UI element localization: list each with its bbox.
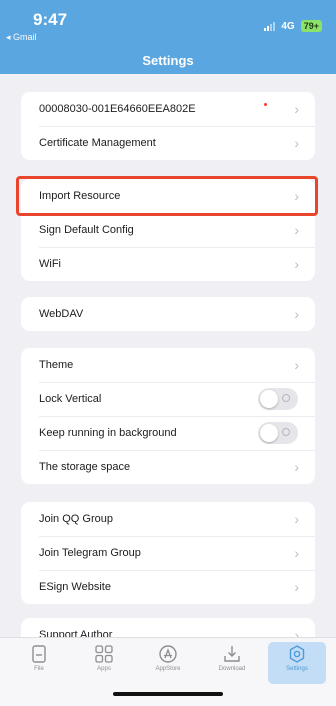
tab-file-label: File — [34, 666, 44, 672]
join-qq-group-label: Join QQ Group — [39, 513, 113, 525]
certificate-management-label: Certificate Management — [39, 137, 156, 149]
theme-label: Theme — [39, 359, 74, 371]
header: 9:47 ◂ Gmail 4G 79+ Settings — [0, 0, 336, 74]
group-preferences: Theme › Lock Vertical Keep running in ba… — [21, 348, 315, 484]
wifi-row[interactable]: WiFi › — [21, 247, 315, 281]
tab-download-label: Download — [218, 666, 246, 672]
storage-space-label: The storage space — [39, 461, 131, 473]
theme-row[interactable]: Theme › — [21, 348, 315, 382]
import-resource-row[interactable]: Import Resource › — [21, 179, 315, 213]
tab-settings[interactable]: Settings — [268, 642, 326, 684]
chevron-right-icon: › — [294, 545, 299, 561]
chevron-right-icon: › — [294, 256, 299, 272]
signal-icon — [264, 21, 276, 31]
chevron-right-icon: › — [294, 579, 299, 595]
webdav-label: WebDAV — [39, 308, 84, 320]
tab-download[interactable]: Download — [203, 642, 261, 684]
lock-vertical-toggle[interactable] — [258, 388, 298, 410]
chevron-right-icon: › — [294, 222, 299, 238]
back-to-gmail-link[interactable]: ◂ Gmail — [6, 32, 37, 43]
notification-dot — [264, 103, 267, 106]
device-udid-label: 00008030-001E64660EEA802E — [39, 103, 196, 115]
group-resources: Import Resource › Sign Default Config › … — [21, 179, 315, 281]
tab-apps-label: Apps — [97, 666, 111, 672]
tab-apps[interactable]: Apps — [75, 642, 133, 684]
status-time: 9:47 — [33, 10, 68, 29]
gear-icon — [289, 645, 305, 663]
tab-appstore-label: AppStore — [155, 666, 181, 672]
appstore-icon — [159, 645, 177, 663]
chevron-right-icon: › — [294, 357, 299, 373]
chevron-right-icon: › — [294, 101, 299, 117]
group-community: Join QQ Group › Join Telegram Group › ES… — [21, 502, 315, 604]
join-telegram-group-row[interactable]: Join Telegram Group › — [21, 536, 315, 570]
esign-website-row[interactable]: ESign Website › — [21, 570, 315, 604]
chevron-right-icon: › — [294, 135, 299, 151]
settings-screen: 9:47 ◂ Gmail 4G 79+ Settings 00008030-00… — [0, 0, 336, 706]
chevron-right-icon: › — [294, 459, 299, 475]
wifi-label: WiFi — [39, 258, 61, 270]
home-indicator — [113, 692, 223, 696]
group-webdav: WebDAV › — [21, 297, 315, 331]
file-icon — [32, 645, 46, 663]
page-title: Settings — [142, 53, 194, 68]
import-resource-label: Import Resource — [39, 190, 121, 202]
keep-running-label: Keep running in background — [39, 427, 177, 439]
keep-running-row: Keep running in background — [21, 416, 315, 450]
chevron-right-icon: › — [294, 188, 299, 204]
status-indicators: 4G 79+ — [264, 20, 322, 32]
join-telegram-group-label: Join Telegram Group — [39, 547, 141, 559]
battery-indicator: 79+ — [300, 20, 322, 32]
device-udid-row[interactable]: 00008030-001E64660EEA802E › — [21, 92, 315, 126]
tab-appstore[interactable]: AppStore — [139, 642, 197, 684]
storage-space-row[interactable]: The storage space › — [21, 450, 315, 484]
sign-default-config-row[interactable]: Sign Default Config › — [21, 213, 315, 247]
network-type: 4G — [281, 20, 295, 32]
join-qq-group-row[interactable]: Join QQ Group › — [21, 502, 315, 536]
apps-grid-icon — [95, 645, 113, 663]
tab-file[interactable]: File — [10, 642, 68, 684]
certificate-management-row[interactable]: Certificate Management › — [21, 126, 315, 160]
group-device: 00008030-001E64660EEA802E › Certificate … — [21, 92, 315, 160]
download-icon — [224, 646, 240, 662]
webdav-row[interactable]: WebDAV › — [21, 297, 315, 331]
lock-vertical-label: Lock Vertical — [39, 393, 102, 405]
keep-running-toggle[interactable] — [258, 422, 298, 444]
sign-default-config-label: Sign Default Config — [39, 224, 134, 236]
chevron-right-icon: › — [294, 306, 299, 322]
tab-settings-label: Settings — [286, 666, 308, 672]
lock-vertical-row: Lock Vertical — [21, 382, 315, 416]
esign-website-label: ESign Website — [39, 581, 111, 593]
chevron-right-icon: › — [294, 511, 299, 527]
